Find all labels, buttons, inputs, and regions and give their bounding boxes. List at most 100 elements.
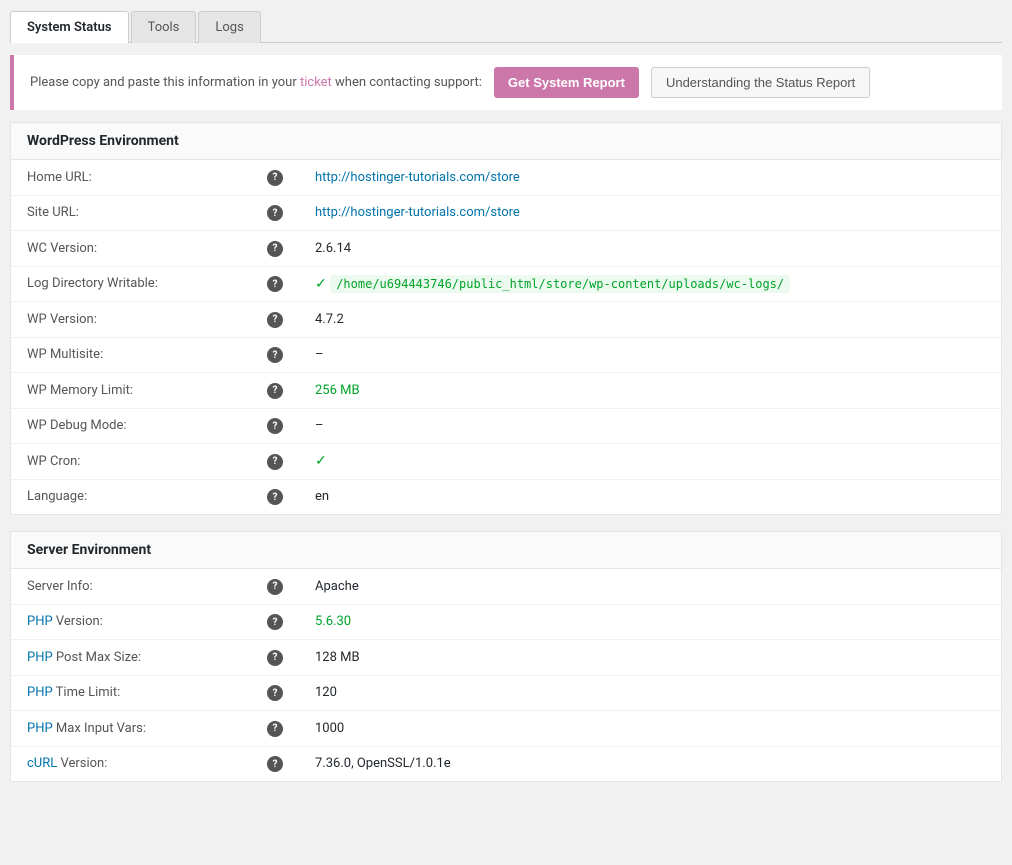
php-link[interactable]: PHP bbox=[27, 614, 53, 629]
php-link[interactable]: PHP bbox=[27, 650, 53, 665]
server-environment-section: Server Environment Server Info:?ApachePH… bbox=[10, 531, 1002, 782]
help-cell: ? bbox=[251, 746, 299, 781]
table-row: PHP Version:? 5.6.30 bbox=[11, 604, 1001, 640]
table-row: cURL Version:? 7.36.0, OpenSSL/1.0.1e bbox=[11, 746, 1001, 781]
table-row: PHP Time Limit:? 120 bbox=[11, 675, 1001, 711]
row-label: PHP Time Limit: bbox=[11, 675, 251, 711]
value-link[interactable]: http://hostinger-tutorials.com/store bbox=[315, 170, 520, 185]
table-row: PHP Max Input Vars:? 1000 bbox=[11, 711, 1001, 747]
get-system-report-button[interactable]: Get System Report bbox=[494, 67, 639, 98]
help-cell: ? bbox=[251, 231, 299, 267]
notice-text: Please copy and paste this information i… bbox=[30, 75, 482, 90]
help-cell: ? bbox=[251, 640, 299, 676]
table-row: Language:? en bbox=[11, 479, 1001, 514]
help-icon[interactable]: ? bbox=[267, 454, 283, 470]
help-cell: ? bbox=[251, 604, 299, 640]
php-link[interactable]: PHP bbox=[27, 685, 53, 700]
help-icon[interactable]: ? bbox=[267, 347, 283, 363]
page-wrap: System Status Tools Logs Please copy and… bbox=[0, 0, 1012, 808]
row-label: Home URL: bbox=[11, 160, 251, 195]
table-row: WP Version:? 4.7.2 bbox=[11, 302, 1001, 338]
row-value: http://hostinger-tutorials.com/store bbox=[299, 195, 1001, 231]
row-label: PHP Post Max Size: bbox=[11, 640, 251, 676]
tab-logs[interactable]: Logs bbox=[198, 11, 260, 43]
check-icon: ✓ bbox=[315, 276, 330, 292]
row-label: PHP Version: bbox=[11, 604, 251, 640]
help-cell: ? bbox=[251, 711, 299, 747]
row-value: Apache bbox=[299, 569, 1001, 604]
table-row: Home URL:? http://hostinger-tutorials.com… bbox=[11, 160, 1001, 195]
row-label: cURL Version: bbox=[11, 746, 251, 781]
help-icon[interactable]: ? bbox=[267, 312, 283, 328]
help-icon[interactable]: ? bbox=[267, 650, 283, 666]
help-icon[interactable]: ? bbox=[267, 383, 283, 399]
help-cell: ? bbox=[251, 160, 299, 195]
row-label: WP Version: bbox=[11, 302, 251, 338]
help-icon[interactable]: ? bbox=[267, 614, 283, 630]
row-label: WC Version: bbox=[11, 231, 251, 267]
help-cell: ? bbox=[251, 408, 299, 444]
row-label: PHP Max Input Vars: bbox=[11, 711, 251, 747]
check-icon: ✓ bbox=[315, 453, 327, 469]
help-icon[interactable]: ? bbox=[267, 170, 283, 186]
help-icon[interactable]: ? bbox=[267, 756, 283, 772]
server-section-title: Server Environment bbox=[11, 532, 1001, 569]
understanding-status-report-button[interactable]: Understanding the Status Report bbox=[651, 67, 870, 98]
row-value: 2.6.14 bbox=[299, 231, 1001, 267]
wordpress-environment-section: WordPress Environment Home URL:? http://h… bbox=[10, 122, 1002, 515]
table-row: Site URL:? http://hostinger-tutorials.com… bbox=[11, 195, 1001, 231]
row-value: en bbox=[299, 479, 1001, 514]
help-cell: ? bbox=[251, 195, 299, 231]
row-value: 128 MB bbox=[299, 640, 1001, 676]
row-value: 120 bbox=[299, 675, 1001, 711]
row-label: Language: bbox=[11, 479, 251, 514]
help-icon[interactable]: ? bbox=[267, 489, 283, 505]
help-cell: ? bbox=[251, 266, 299, 302]
help-cell: ? bbox=[251, 569, 299, 604]
row-value: ✓ bbox=[299, 444, 1001, 480]
table-row: PHP Post Max Size:? 128 MB bbox=[11, 640, 1001, 676]
help-cell: ? bbox=[251, 444, 299, 480]
row-label: Site URL: bbox=[11, 195, 251, 231]
value-link[interactable]: http://hostinger-tutorials.com/store bbox=[315, 205, 520, 220]
help-cell: ? bbox=[251, 302, 299, 338]
help-icon[interactable]: ? bbox=[267, 205, 283, 221]
wordpress-table: Home URL:? http://hostinger-tutorials.com… bbox=[11, 160, 1001, 514]
row-value: 1000 bbox=[299, 711, 1001, 747]
row-label: Log Directory Writable: bbox=[11, 266, 251, 302]
server-table: Server Info:?ApachePHP Version:?5.6.30PH… bbox=[11, 569, 1001, 781]
table-row: WP Multisite:?– bbox=[11, 337, 1001, 373]
row-value: 256 MB bbox=[299, 373, 1001, 409]
help-cell: ? bbox=[251, 337, 299, 373]
row-value: 5.6.30 bbox=[299, 604, 1001, 640]
row-value: ✓ /home/u694443746/public_html/store/wp-… bbox=[299, 266, 1001, 302]
row-label: WP Multisite: bbox=[11, 337, 251, 373]
help-cell: ? bbox=[251, 373, 299, 409]
help-icon[interactable]: ? bbox=[267, 241, 283, 257]
table-row: WC Version:? 2.6.14 bbox=[11, 231, 1001, 267]
curl-link[interactable]: cURL bbox=[27, 756, 57, 771]
tab-system-status[interactable]: System Status bbox=[10, 11, 129, 43]
help-icon[interactable]: ? bbox=[267, 276, 283, 292]
row-value: – bbox=[299, 408, 1001, 444]
table-row: WP Memory Limit:? 256 MB bbox=[11, 373, 1001, 409]
row-value: – bbox=[299, 337, 1001, 373]
table-row: Log Directory Writable:? ✓ /home/u6944437… bbox=[11, 266, 1001, 302]
help-icon[interactable]: ? bbox=[267, 579, 283, 595]
help-icon[interactable]: ? bbox=[267, 721, 283, 737]
info-notice: Please copy and paste this information i… bbox=[10, 55, 1002, 110]
row-label: WP Memory Limit: bbox=[11, 373, 251, 409]
wordpress-section-title: WordPress Environment bbox=[11, 123, 1001, 160]
tab-tools[interactable]: Tools bbox=[131, 11, 197, 43]
row-label: WP Cron: bbox=[11, 444, 251, 480]
row-value: 7.36.0, OpenSSL/1.0.1e bbox=[299, 746, 1001, 781]
help-icon[interactable]: ? bbox=[267, 418, 283, 434]
table-row: WP Debug Mode:?– bbox=[11, 408, 1001, 444]
help-icon[interactable]: ? bbox=[267, 685, 283, 701]
ticket-link[interactable]: ticket bbox=[300, 75, 332, 90]
tabs-bar: System Status Tools Logs bbox=[10, 10, 1002, 43]
row-value: 4.7.2 bbox=[299, 302, 1001, 338]
php-link[interactable]: PHP bbox=[27, 721, 53, 736]
path-value: /home/u694443746/public_html/store/wp-co… bbox=[330, 275, 790, 293]
row-label: Server Info: bbox=[11, 569, 251, 604]
